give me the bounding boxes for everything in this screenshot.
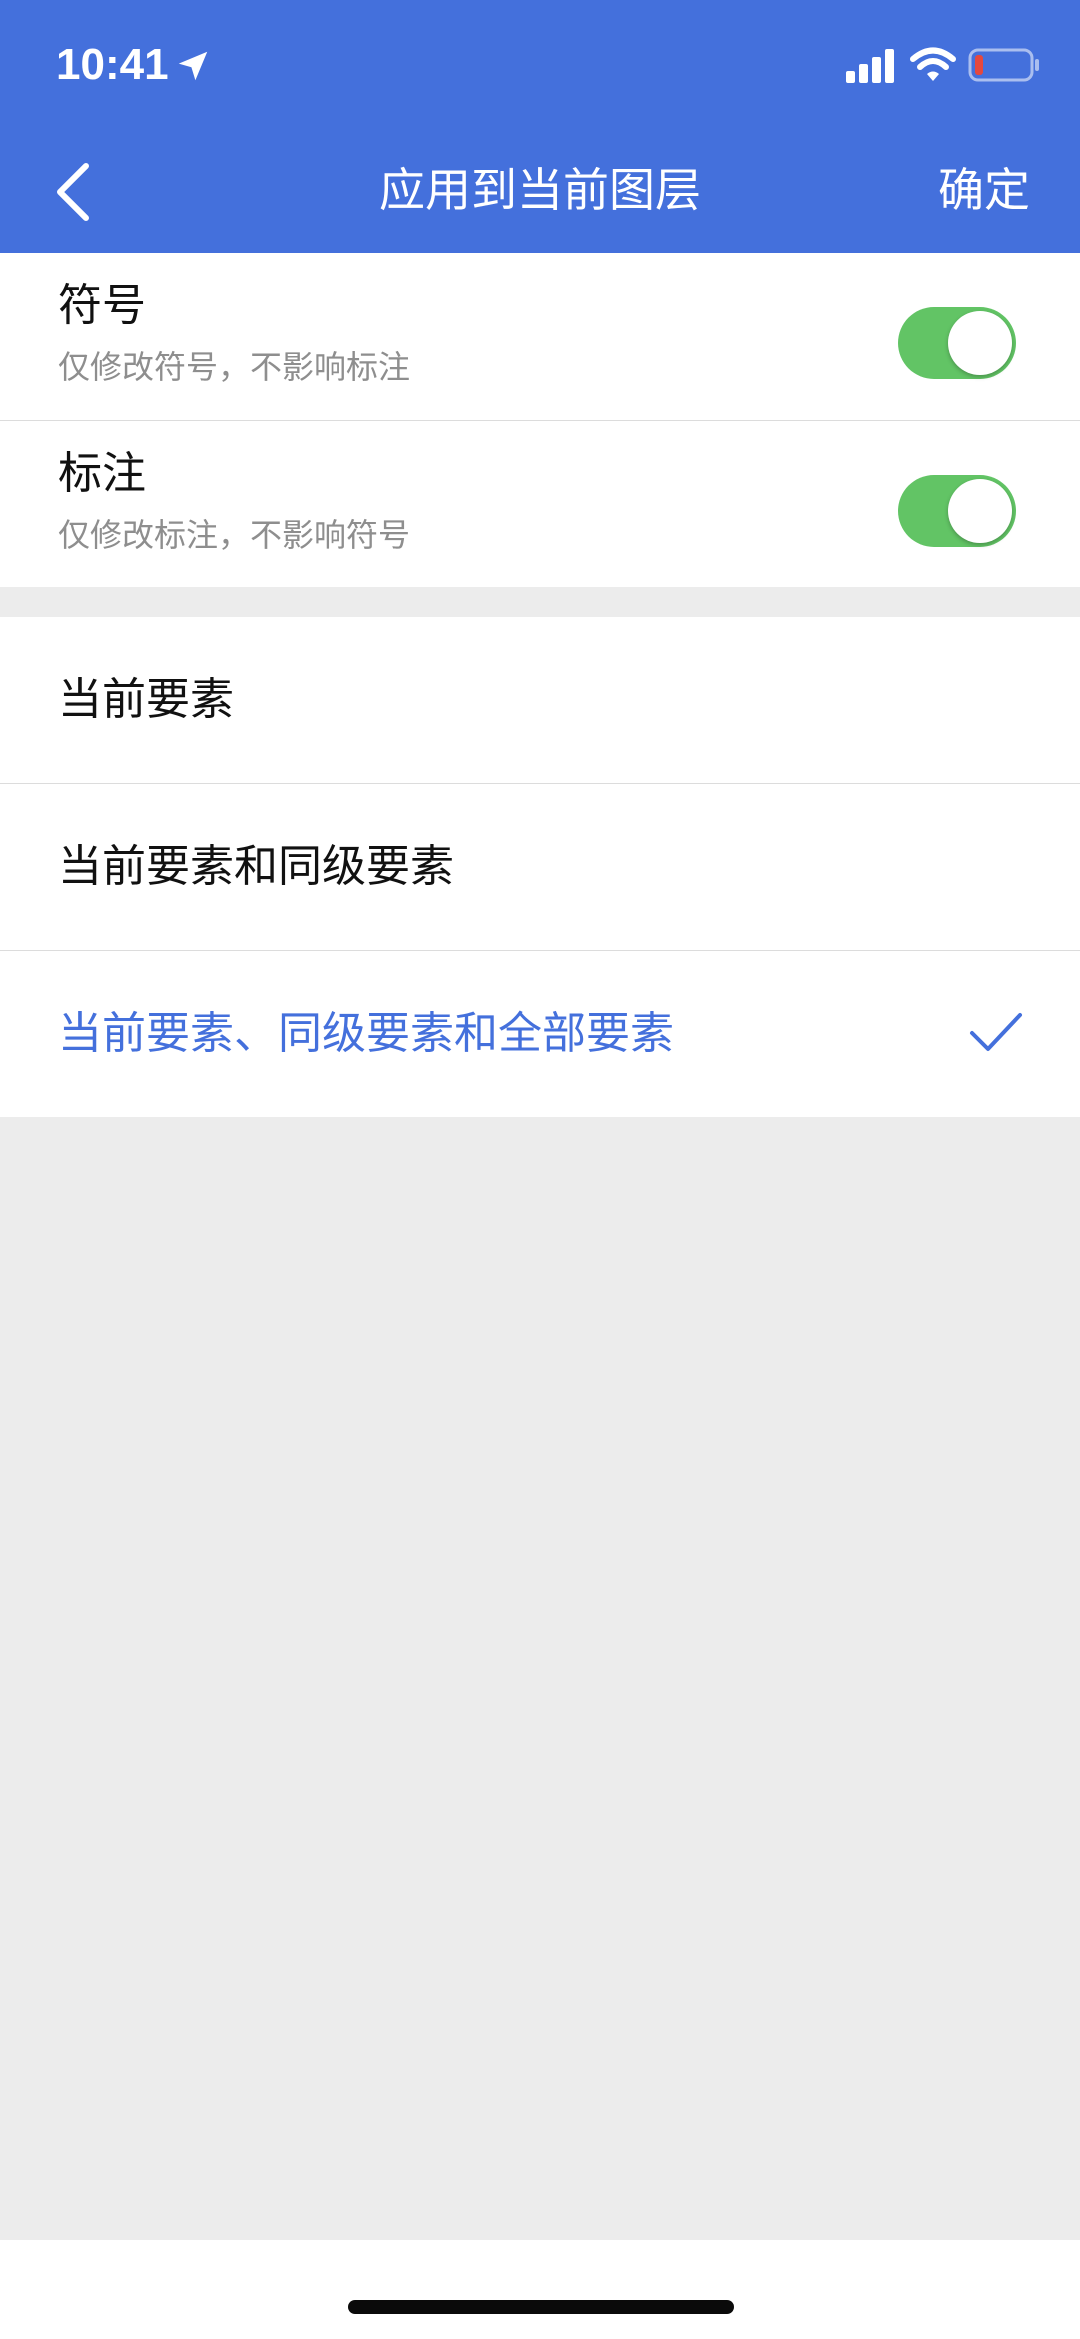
toggle-subtitle: 仅修改标注，不影响符号: [58, 516, 411, 554]
label-toggle-switch[interactable]: [898, 475, 1016, 547]
status-time: 10:41: [56, 40, 169, 89]
status-bar: 10:41: [0, 0, 1080, 130]
nav-bar: 应用到当前图层 确定: [0, 130, 1080, 253]
home-indicator[interactable]: [348, 2300, 734, 2314]
toggle-row-symbol: 符号 仅修改符号，不影响标注: [0, 253, 1080, 420]
battery-icon: [968, 48, 1039, 82]
scope-option-list: 当前要素 当前要素和同级要素 当前要素、同级要素和全部要素: [0, 617, 1080, 1117]
location-arrow-icon: [178, 51, 208, 81]
toggle-group: 符号 仅修改符号，不影响标注 标注 仅修改标注，不影响符号: [0, 253, 1080, 587]
symbol-toggle-switch[interactable]: [898, 307, 1016, 379]
option-current-feature[interactable]: 当前要素: [0, 617, 1080, 783]
checkmark-icon: [970, 1013, 1022, 1051]
option-label: 当前要素、同级要素和全部要素: [58, 1008, 674, 1059]
toggle-row-label: 标注 仅修改标注，不影响符号: [0, 420, 1080, 587]
home-bar-area: [0, 2240, 1080, 2339]
switch-knob: [948, 311, 1012, 375]
page-title: 应用到当前图层: [379, 163, 701, 217]
header: 10:41 应用到当前图层 确定: [0, 0, 1080, 253]
toggle-title: 符号: [58, 280, 146, 331]
option-current-and-sibling[interactable]: 当前要素和同级要素: [0, 783, 1080, 950]
toggle-subtitle: 仅修改符号，不影响标注: [58, 348, 411, 386]
option-current-sibling-all[interactable]: 当前要素、同级要素和全部要素: [0, 950, 1080, 1117]
switch-knob: [948, 479, 1012, 543]
confirm-button[interactable]: 确定: [938, 160, 1030, 220]
signal-icon: [846, 49, 894, 83]
option-label: 当前要素和同级要素: [58, 841, 454, 892]
toggle-title: 标注: [58, 448, 146, 499]
option-label: 当前要素: [58, 674, 234, 725]
wifi-icon: [910, 47, 956, 81]
